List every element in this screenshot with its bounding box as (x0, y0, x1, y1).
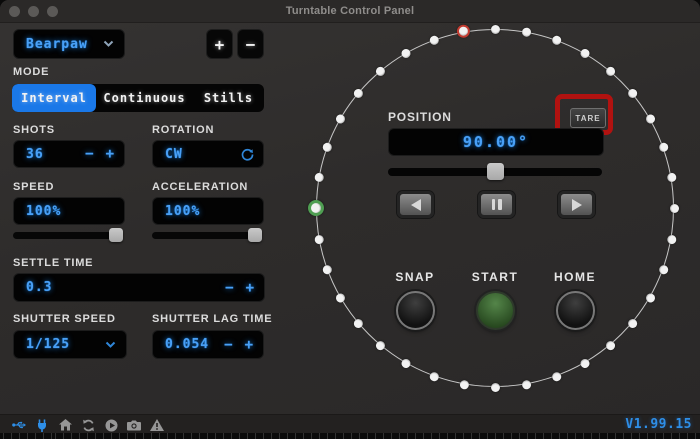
shots-field[interactable]: 36 − + (13, 140, 125, 168)
rotation-field[interactable]: CW (152, 140, 264, 168)
settle-time-decrement-button[interactable]: − (225, 280, 234, 296)
shutter-lag-label: SHUTTER LAG TIME (152, 313, 272, 325)
snap-button[interactable] (396, 291, 435, 330)
dial-dot (314, 172, 324, 182)
shots-label: SHOTS (13, 124, 55, 136)
step-back-button[interactable] (397, 191, 434, 218)
play-circle-icon (104, 418, 118, 432)
acceleration-value: 100% (153, 204, 200, 219)
acceleration-label: ACCELERATION (152, 181, 248, 193)
status-bar: V1.99.15 (0, 414, 700, 433)
start-button[interactable] (476, 291, 515, 330)
settle-time-field[interactable]: 0.3 − + (13, 273, 265, 302)
dial-dot (491, 25, 500, 34)
shutter-speed-dropdown[interactable]: 1/125 (13, 330, 127, 359)
position-value: 90.00° (463, 133, 529, 151)
dial-dot (521, 27, 531, 37)
snap-label: SNAP (370, 270, 460, 284)
chevron-down-icon (103, 40, 124, 48)
speed-slider[interactable] (13, 232, 123, 239)
dial-dot (314, 234, 324, 244)
tab-interval[interactable]: Interval (12, 84, 96, 112)
home-position-dot (308, 200, 324, 216)
acceleration-slider[interactable] (152, 232, 262, 239)
position-display: 90.00° (388, 128, 604, 156)
pause-button[interactable] (478, 191, 515, 218)
dial-dot (666, 234, 676, 244)
shutter-lag-decrement-button[interactable]: − (224, 337, 233, 353)
title-bar: Turntable Control Panel (0, 0, 700, 23)
speed-value: 100% (14, 204, 61, 219)
remove-preset-button[interactable]: − (237, 29, 264, 59)
window-title: Turntable Control Panel (0, 0, 700, 22)
sync-icon (81, 418, 95, 432)
camera-icon (127, 418, 141, 432)
back-arrow-icon (411, 199, 421, 211)
step-forward-button[interactable] (558, 191, 595, 218)
tab-continuous[interactable]: Continuous (96, 84, 193, 112)
mode-label: MODE (13, 66, 49, 78)
pause-icon (492, 199, 496, 210)
preset-value: Bearpaw (14, 37, 88, 52)
dial-dot (666, 172, 676, 182)
speed-label: SPEED (13, 181, 54, 193)
turntable-control-panel-window: Turntable Control Panel Bearpaw + − MODE… (0, 0, 700, 433)
shutter-speed-value: 1/125 (14, 337, 70, 352)
usb-icon (12, 418, 26, 432)
shutter-speed-label: SHUTTER SPEED (13, 313, 116, 325)
shots-increment-button[interactable]: + (106, 146, 115, 162)
rotation-value: CW (153, 147, 183, 162)
chevron-down-icon (105, 341, 126, 349)
version-label: V1.99.15 (625, 417, 692, 432)
desktop-background-strip (0, 433, 700, 439)
home-icon (58, 418, 72, 432)
speed-slider-handle[interactable] (109, 228, 123, 242)
settle-time-increment-button[interactable]: + (246, 280, 255, 296)
rotation-label: ROTATION (152, 124, 214, 136)
home-label: HOME (530, 270, 620, 284)
dial-dot (491, 383, 500, 392)
settle-time-label: SETTLE TIME (13, 257, 93, 269)
power-plug-icon (35, 418, 49, 432)
start-label: START (450, 270, 540, 284)
dial-dot (670, 204, 679, 213)
speed-field[interactable]: 100% (13, 197, 125, 225)
shutter-lag-field[interactable]: 0.054 − + (152, 330, 264, 359)
warning-icon (150, 418, 164, 432)
acceleration-field[interactable]: 100% (152, 197, 264, 225)
dial-dot (459, 379, 469, 389)
position-slider-handle[interactable] (487, 163, 504, 180)
shots-value: 36 (14, 147, 44, 162)
shots-decrement-button[interactable]: − (85, 146, 94, 162)
rotation-toggle-icon[interactable] (241, 148, 263, 161)
dial-dot (521, 379, 531, 389)
mode-tab-bar: Interval Continuous Stills (12, 84, 264, 112)
shutter-lag-increment-button[interactable]: + (245, 337, 254, 353)
tab-stills[interactable]: Stills (193, 84, 264, 112)
acceleration-slider-handle[interactable] (248, 228, 262, 242)
settle-time-value: 0.3 (14, 280, 52, 295)
preset-dropdown[interactable]: Bearpaw (13, 29, 125, 59)
add-preset-button[interactable]: + (206, 29, 233, 59)
shutter-lag-value: 0.054 (153, 337, 209, 352)
position-label: POSITION (388, 110, 452, 124)
forward-arrow-icon (572, 199, 582, 211)
position-slider[interactable] (388, 168, 602, 176)
home-button[interactable] (556, 291, 595, 330)
